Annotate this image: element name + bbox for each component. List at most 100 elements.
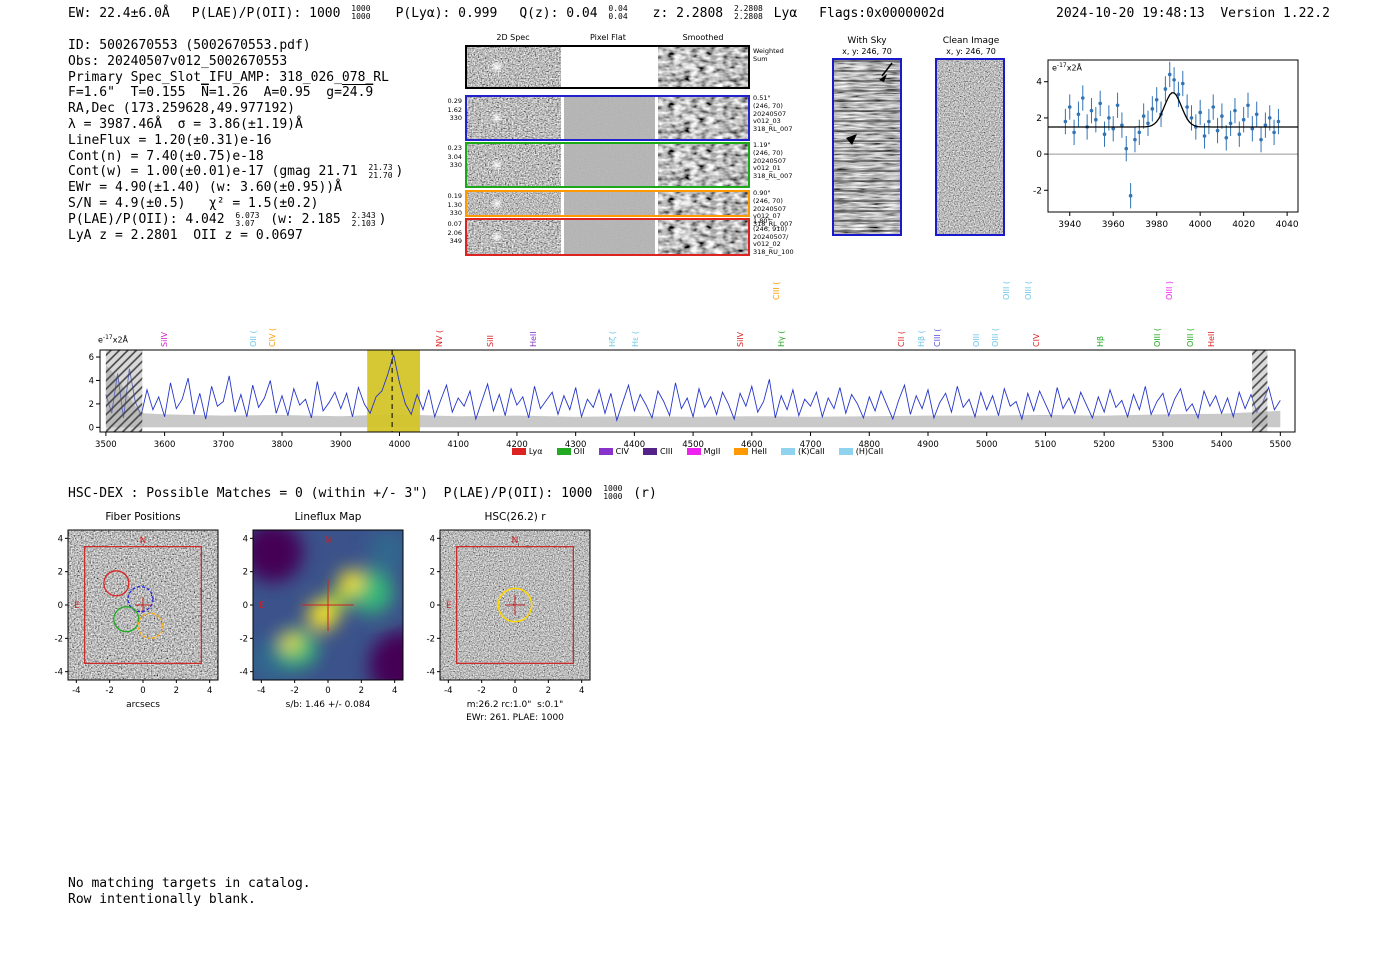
legend-label: Lyα: [528, 447, 543, 456]
svg-text:4: 4: [579, 686, 584, 696]
emission-line-label: HeII: [529, 331, 539, 347]
emission-line-label: SiIV: [735, 331, 745, 347]
ylabel-suffix: x2Å: [112, 335, 129, 345]
legend-label: (K)CaII: [798, 447, 825, 456]
svg-text:2: 2: [359, 686, 364, 696]
emission-line-label: CII (: [896, 331, 906, 347]
hsc-match-line: HSC-DEX : Possible Matches = 0 (within +…: [68, 485, 657, 501]
info-line: ID: 5002670553 (5002670553.pdf): [68, 38, 311, 53]
spec2d-weighted-strip: [465, 45, 750, 89]
svg-text:0: 0: [243, 601, 248, 611]
info-line: λ = 3987.46Å σ = 3.86(±1.19)Å: [68, 116, 303, 132]
spec2d-row-weights: 0.23 3.04 330: [447, 144, 462, 169]
legend-label: OII: [573, 447, 585, 456]
svg-text:2: 2: [430, 568, 435, 578]
legend-swatch: [598, 448, 613, 455]
info-line: Obs: 20240507v012_5002670553: [68, 53, 288, 69]
full-spectrum-svg: 3500 3600 3700 3800 3900 4000 4100 4200 4300 4400…: [89, 349, 1296, 450]
svg-text:4020: 4020: [1232, 220, 1255, 230]
emission-line-label: OIII (: [1186, 327, 1196, 347]
svg-text:4: 4: [243, 534, 248, 544]
hsc-cutout-plot: -4 -4 -2 -2 0 0 2 2 4 4 N E: [412, 524, 602, 696]
svg-text:-4: -4: [72, 686, 80, 696]
spec2d-fiber-row: [465, 142, 750, 188]
legend-item: CIII: [642, 447, 673, 456]
plae-prefix: P(LAE)/P(OII): 1000: [191, 5, 349, 21]
info-line: Cont(w) = 1.00(±0.01)e-17 (gmag 21.71 21…: [68, 163, 404, 181]
spec2d-fiber-row: [465, 95, 750, 141]
emission-line-label: HeII: [1206, 331, 1216, 347]
fiber-positions-plot: -4 -4 -2 -2 0 0 2 2 4 4 N E: [40, 524, 230, 696]
svg-text:N: N: [325, 536, 332, 546]
info-line: LyA z = 2.2801 OII z = 0.0697: [68, 227, 303, 243]
legend-label: CIII: [659, 447, 673, 456]
hsc-plae-fraction: 1000 1000: [603, 485, 622, 501]
zoom-plot-ylabel: e-17x2Å: [1052, 62, 1082, 73]
plae-poii-value: P(LAE)/P(OII): 1000 1000 1000: [192, 5, 374, 21]
spectrum-legend: Lyα OII CIV CIII MgII HeII (K)CaII (H)CaII: [100, 447, 1295, 456]
datetime-version: 2024-10-20 19:48:13 Version 1.22.2: [1056, 6, 1330, 21]
ylabel-exponent: -17: [102, 334, 113, 341]
emission-line-label: OIII: [971, 333, 981, 347]
hsc-caption-2: EWr: 261. PLAE: 1000: [466, 713, 564, 723]
svg-text:4000: 4000: [1189, 220, 1212, 230]
clean-image-title: Clean Image: [942, 36, 1000, 46]
fiber-pixelflat-image: [564, 97, 655, 139]
legend-label: HeII: [751, 447, 768, 456]
svg-text:4: 4: [207, 686, 212, 696]
svg-text:-4: -4: [240, 668, 248, 678]
clean-noise-image: [937, 60, 1003, 234]
svg-text:-2: -2: [1033, 186, 1042, 196]
fiber-2d-noise-image: [467, 144, 561, 186]
legend-swatch: [642, 448, 657, 455]
info-line: RA,Dec (173.259628,49.977192): [68, 101, 295, 117]
col-header-smoothed: Smoothed: [682, 33, 724, 42]
weighted-sum-line2: Sum: [753, 54, 768, 63]
z-value: z: 2.2808 2.2808 2.2808 Lyα: [653, 5, 798, 21]
zoom-plot: 3940 3960 3980 4000 4020 4040 -2 0 2 4: [1010, 50, 1322, 245]
svg-text:3960: 3960: [1102, 220, 1125, 230]
fraction-lo: 2.2808: [733, 12, 763, 21]
footer-line-1: No matching targets in catalog.: [68, 876, 311, 891]
footer-line-2: Row intentionally blank.: [68, 892, 256, 907]
svg-text:N: N: [512, 536, 519, 546]
svg-text:0: 0: [89, 423, 94, 433]
legend-item: (H)CaII: [838, 447, 883, 456]
emission-line-label: Hε (: [630, 330, 640, 347]
svg-text:0: 0: [325, 686, 330, 696]
emission-line-label: Hβ (: [916, 330, 926, 347]
svg-text:-2: -2: [105, 686, 113, 696]
svg-text:4: 4: [392, 686, 397, 696]
lineflux-map-plot-svg: -4 -4 -2 -2 0 0 2 2 4 4 N E: [240, 529, 404, 696]
svg-text:2: 2: [243, 568, 248, 578]
svg-text:E: E: [446, 601, 452, 611]
info-line: S/N = 4.9(±0.5) χ² = 1.5(±0.2): [68, 196, 319, 212]
spec2d-row-weights: 0.19 1.30 330: [447, 192, 462, 217]
legend-item: OII: [556, 447, 585, 456]
fiber-pixelflat-image: [564, 220, 655, 254]
weighted-sum-label: Weighted Sum: [753, 47, 813, 64]
fiber-positions-title: Fiber Positions: [105, 511, 181, 523]
spec2d-row-annotation: 1.19" (246, 70) 20240507 v012_01 318_RL_007: [753, 141, 793, 181]
svg-text:2: 2: [89, 400, 94, 410]
svg-text:-4: -4: [257, 686, 265, 696]
fiber-smoothed-image: [658, 220, 748, 254]
svg-text:4: 4: [1036, 78, 1042, 88]
with-sky-title: With Sky: [847, 36, 887, 46]
emission-line-label: CIV (: [267, 327, 277, 347]
qz-prefix: Q(z): 0.04: [519, 5, 606, 21]
fiber-smoothed-image: [658, 192, 748, 215]
legend-swatch: [781, 448, 796, 455]
svg-text:N: N: [140, 536, 147, 546]
fiber-2d-noise-image: [467, 97, 561, 139]
hsc-match-prefix: HSC-DEX : Possible Matches = 0 (within +…: [68, 485, 601, 501]
svg-text:2: 2: [1036, 114, 1042, 124]
svg-text:4: 4: [58, 534, 63, 544]
clean-image-panel: [935, 58, 1005, 236]
emission-line-label: OIII ): [1164, 280, 1174, 300]
svg-text:3980: 3980: [1145, 220, 1168, 230]
emission-line-label: CIII (: [772, 281, 782, 300]
svg-text:4: 4: [89, 376, 94, 386]
emission-line-label: OII (: [248, 330, 258, 347]
info-line: LineFlux = 1.20(±0.31)e-16: [68, 132, 272, 148]
